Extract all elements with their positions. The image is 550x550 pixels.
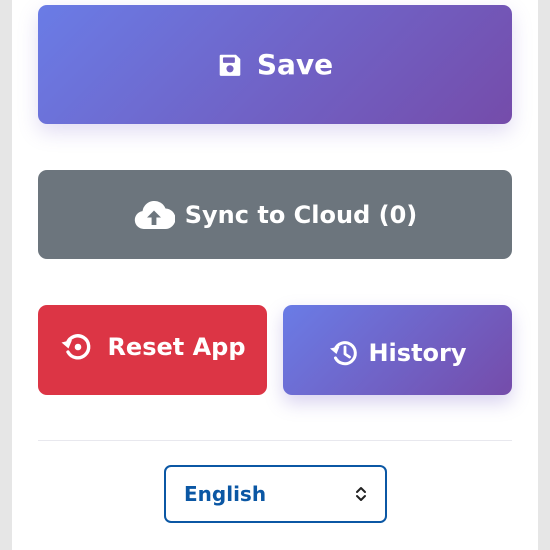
divider: [38, 440, 512, 441]
history-icon: [328, 337, 360, 369]
floppy-disk-icon: [217, 52, 243, 78]
cloud-upload-icon: [133, 200, 175, 230]
save-label: Save: [256, 48, 334, 81]
sync-label: Sync to Cloud (0): [184, 200, 418, 229]
chevron-up-down-icon: [355, 485, 367, 503]
sync-to-cloud-button[interactable]: Sync to Cloud (0): [38, 170, 512, 259]
language-select[interactable]: English: [164, 465, 387, 523]
reset-label: Reset App: [107, 333, 246, 361]
history-button[interactable]: History: [283, 305, 512, 395]
history-label: History: [368, 339, 467, 367]
save-button[interactable]: Save: [38, 5, 512, 124]
reset-app-button[interactable]: Reset App: [38, 305, 267, 395]
language-selected-value: English: [184, 482, 267, 506]
reset-icon: [59, 329, 95, 365]
